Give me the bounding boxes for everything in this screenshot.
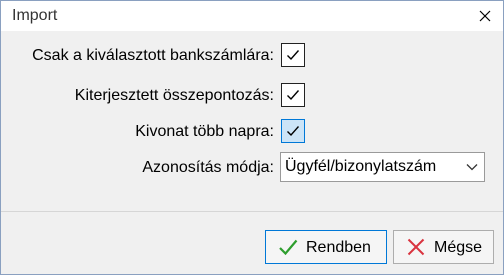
ok-button-label: Rendben: [306, 239, 371, 256]
extended-summary-label: Kiterjesztett összepontozás:: [74, 87, 274, 104]
close-icon: [479, 10, 491, 22]
close-button[interactable]: [471, 4, 499, 28]
red-x-icon: [407, 238, 425, 256]
checkmark-icon: [287, 90, 300, 101]
button-bar: Rendben Mégse: [1, 212, 503, 274]
only-selected-account-label: Csak a kiválasztott bankszámlára:: [32, 47, 274, 64]
identification-select[interactable]: Ügyfél/bizonylatszám: [280, 152, 485, 182]
identification-label: Azonosítás módja:: [142, 159, 274, 176]
ok-button[interactable]: Rendben: [265, 230, 387, 264]
cancel-button-label: Mégse: [434, 239, 483, 256]
extended-summary-checkbox[interactable]: [281, 83, 305, 107]
cancel-button[interactable]: Mégse: [393, 230, 494, 264]
title-bar: Import: [1, 1, 503, 31]
multi-day-statement-label: Kivonat több napra:: [135, 123, 274, 140]
dialog-content: Csak a kiválasztott bankszámlára: Kiterj…: [1, 31, 503, 211]
green-check-icon: [279, 239, 298, 256]
multi-day-statement-checkbox[interactable]: [281, 119, 305, 143]
checkmark-icon: [287, 126, 300, 137]
import-dialog: Import Csak a kiválasztott bankszámlára:…: [0, 0, 504, 275]
window-title: Import: [12, 7, 58, 24]
identification-value: Ügyfél/bizonylatszám: [285, 158, 437, 175]
only-selected-account-checkbox[interactable]: [281, 43, 305, 67]
chevron-down-icon: [466, 164, 478, 171]
checkmark-icon: [287, 50, 300, 61]
